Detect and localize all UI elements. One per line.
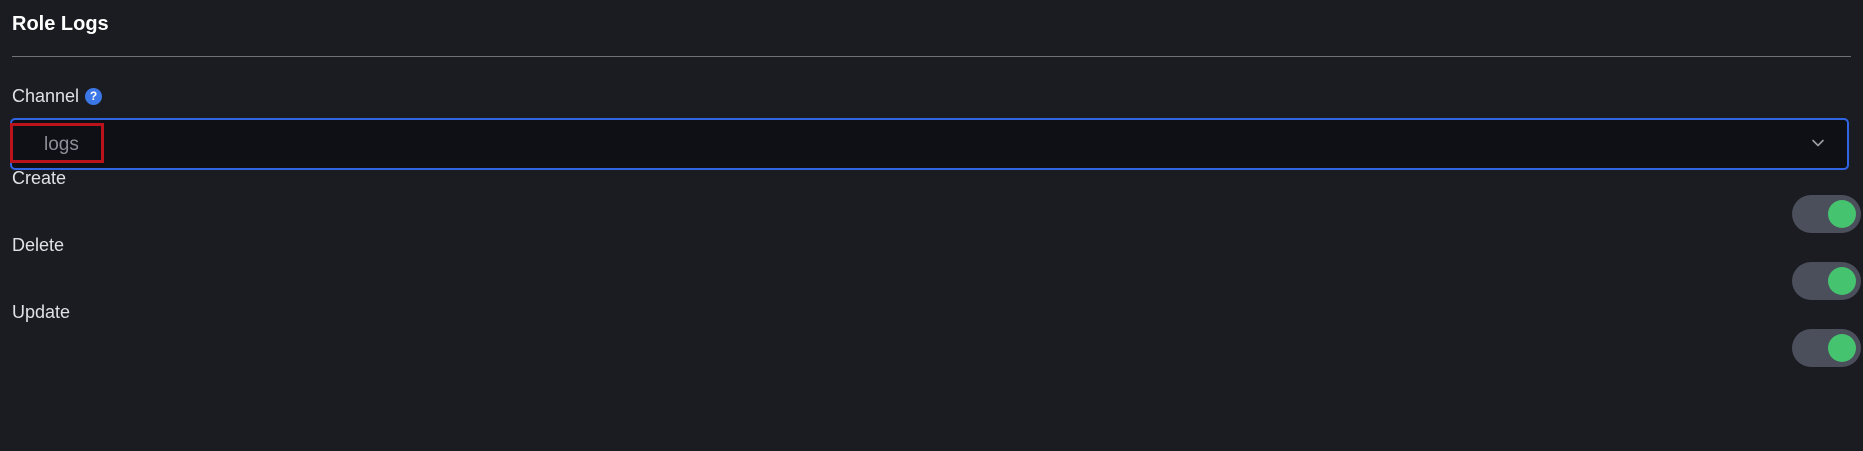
channel-select-value: logs bbox=[44, 134, 79, 155]
section-divider bbox=[12, 56, 1851, 57]
question-circle-icon[interactable]: ? bbox=[85, 87, 103, 105]
create-toggle[interactable] bbox=[1792, 195, 1861, 233]
role-logs-panel: Role Logs Channel ? logs Create Delete U… bbox=[10, 0, 1861, 451]
channel-label: Channel bbox=[12, 86, 80, 106]
delete-toggle[interactable] bbox=[1792, 262, 1861, 300]
channel-select[interactable]: logs bbox=[10, 118, 1849, 170]
section-title: Role Logs bbox=[12, 13, 109, 35]
channel-label-row: Channel ? bbox=[12, 84, 103, 108]
chevron-down-icon[interactable] bbox=[1811, 136, 1825, 150]
delete-label: Delete bbox=[12, 235, 65, 255]
create-label: Create bbox=[12, 168, 67, 188]
update-toggle[interactable] bbox=[1792, 329, 1861, 367]
update-label: Update bbox=[12, 302, 71, 322]
update-toggle-knob bbox=[1828, 334, 1856, 362]
create-toggle-knob bbox=[1828, 200, 1856, 228]
delete-toggle-knob bbox=[1828, 267, 1856, 295]
